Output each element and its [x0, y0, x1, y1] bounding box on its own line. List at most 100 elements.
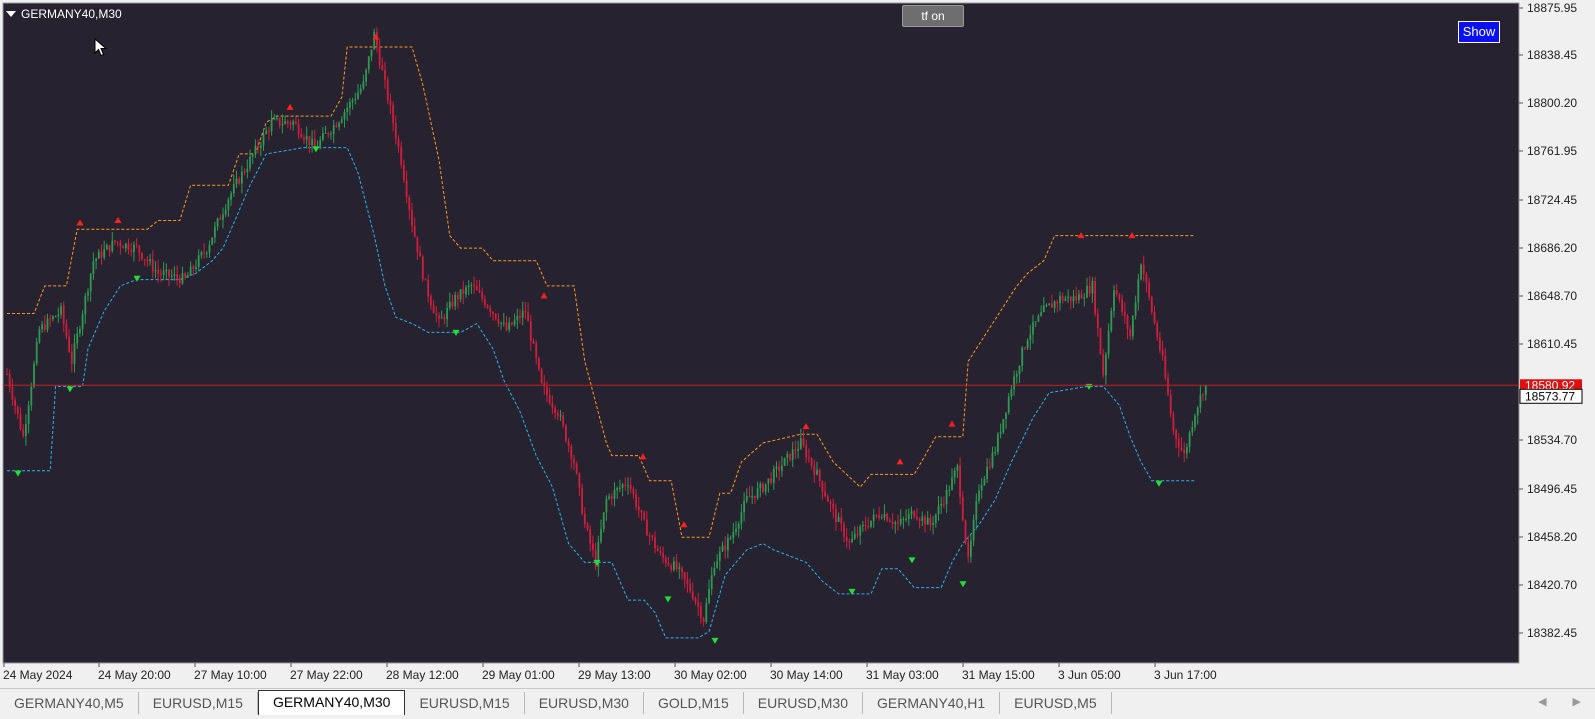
price-chart[interactable]: 18875.95 18838.45 18800.20 18761.95 18724.45…	[0, 0, 1595, 688]
scroll-left-icon[interactable]: ◀	[1538, 695, 1546, 708]
candle-body	[610, 496, 613, 499]
candle-body	[57, 314, 60, 317]
candle-body	[76, 333, 79, 344]
tab-eurusd-m30[interactable]: EURUSD,M30	[525, 692, 644, 714]
candle-body	[848, 541, 851, 543]
candle-body	[508, 322, 511, 330]
candle-body	[405, 180, 408, 198]
candle-body	[184, 273, 187, 278]
candle-body	[440, 317, 443, 319]
tab-eurusd-m30[interactable]: EURUSD,M30	[744, 692, 863, 714]
candle-body	[1007, 396, 1010, 413]
candle-body	[1110, 310, 1113, 331]
candle-body	[276, 118, 278, 120]
candle-body	[945, 489, 948, 505]
candle-body	[1129, 329, 1132, 337]
candle-body	[494, 313, 497, 320]
price-axis-label: 18686.20	[1527, 241, 1577, 255]
candle-body	[608, 496, 610, 499]
candle-body	[735, 528, 737, 532]
tab-eurusd-m15[interactable]: EURUSD,M15	[405, 692, 525, 714]
candle-body	[219, 218, 222, 220]
candle-body	[953, 470, 956, 478]
scroll-right-icon[interactable]: ▶	[1573, 695, 1581, 708]
candle-body	[959, 465, 961, 498]
candle-body	[862, 524, 864, 527]
symbol-title[interactable]: GERMANY40,M30	[6, 7, 122, 21]
candle-body	[1051, 303, 1053, 308]
candle-body	[732, 531, 735, 538]
candle-body	[332, 125, 335, 134]
tab-germany40-m5[interactable]: GERMANY40,M5	[0, 692, 139, 714]
candle-body	[438, 315, 440, 319]
candle-body	[327, 132, 330, 135]
price-axis-label: 18382.45	[1527, 626, 1577, 640]
candle-body	[883, 513, 886, 518]
candle-body	[324, 132, 327, 134]
candle-body	[384, 69, 386, 80]
candle-body	[1096, 313, 1099, 329]
candle-body	[635, 493, 637, 507]
candle-body	[1159, 337, 1161, 350]
tab-gold-m15[interactable]: GOLD,M15	[644, 692, 744, 714]
time-axis-label: 24 May 20:00	[98, 668, 171, 682]
candle-body	[975, 500, 978, 520]
candle-body	[613, 490, 616, 499]
candle-body	[675, 561, 678, 569]
candle-body	[1188, 432, 1191, 448]
candle-body	[35, 342, 38, 364]
candle-body	[632, 489, 635, 494]
candle-body	[708, 589, 710, 604]
candle-body	[11, 387, 14, 400]
candle-body	[789, 453, 791, 461]
candle-body	[770, 478, 772, 483]
candle-body	[133, 244, 135, 253]
candle-body	[1099, 328, 1102, 355]
candle-body	[559, 415, 562, 417]
candle-body	[400, 146, 403, 165]
chart-window[interactable]: 18875.95 18838.45 18800.20 18761.95 18724.45…	[0, 0, 1595, 688]
candle-body	[1191, 427, 1194, 433]
show-button[interactable]: Show	[1458, 21, 1500, 43]
plot-area[interactable]	[2, 2, 1520, 664]
candle-body	[33, 363, 35, 387]
candle-body	[991, 452, 994, 468]
tf-toggle-button[interactable]: tf on	[902, 5, 964, 27]
tab-list: GERMANY40,M5 EURUSD,M15 GERMANY40,M30 EURUS…	[0, 690, 1112, 715]
candle-body	[238, 178, 241, 184]
tab-eurusd-m5[interactable]: EURUSD,M5	[1000, 692, 1112, 714]
candle-body	[859, 526, 862, 536]
tab-germany40-m30[interactable]: GERMANY40,M30	[257, 690, 406, 715]
candle-body	[1115, 290, 1118, 295]
candle-body	[586, 523, 589, 530]
candle-body	[778, 466, 781, 471]
candle-body	[1083, 297, 1086, 299]
candle-body	[524, 310, 527, 313]
candle-body	[589, 529, 592, 544]
candle-body	[403, 164, 405, 181]
candle-body	[1167, 377, 1169, 395]
candle-body	[200, 252, 203, 256]
candle-body	[1059, 296, 1061, 304]
candle-body	[359, 88, 362, 93]
candle-body	[721, 545, 724, 552]
price-axis-label: 18648.70	[1527, 289, 1577, 303]
candle-body	[1026, 340, 1029, 349]
chart-tabs-bar: GERMANY40,M5 EURUSD,M15 GERMANY40,M30 EURUS…	[0, 688, 1595, 719]
candle-body	[1015, 374, 1018, 377]
candle-body	[1126, 315, 1129, 330]
candle-body	[208, 244, 211, 253]
candle-body	[95, 258, 97, 262]
dropdown-triangle-icon[interactable]	[6, 11, 16, 17]
candle-body	[673, 561, 675, 570]
candle-body	[670, 565, 673, 570]
candle-body	[689, 583, 691, 592]
candle-body	[683, 572, 686, 580]
price-axis-label: 18838.45	[1527, 48, 1577, 62]
tab-eurusd-m15[interactable]: EURUSD,M15	[139, 692, 258, 714]
candle-body	[835, 508, 837, 522]
tab-germany40-h1[interactable]: GERMANY40,H1	[863, 692, 1001, 714]
price-axis-label: 18800.20	[1527, 96, 1577, 110]
candle-body	[816, 469, 818, 475]
candle-body	[592, 543, 594, 551]
